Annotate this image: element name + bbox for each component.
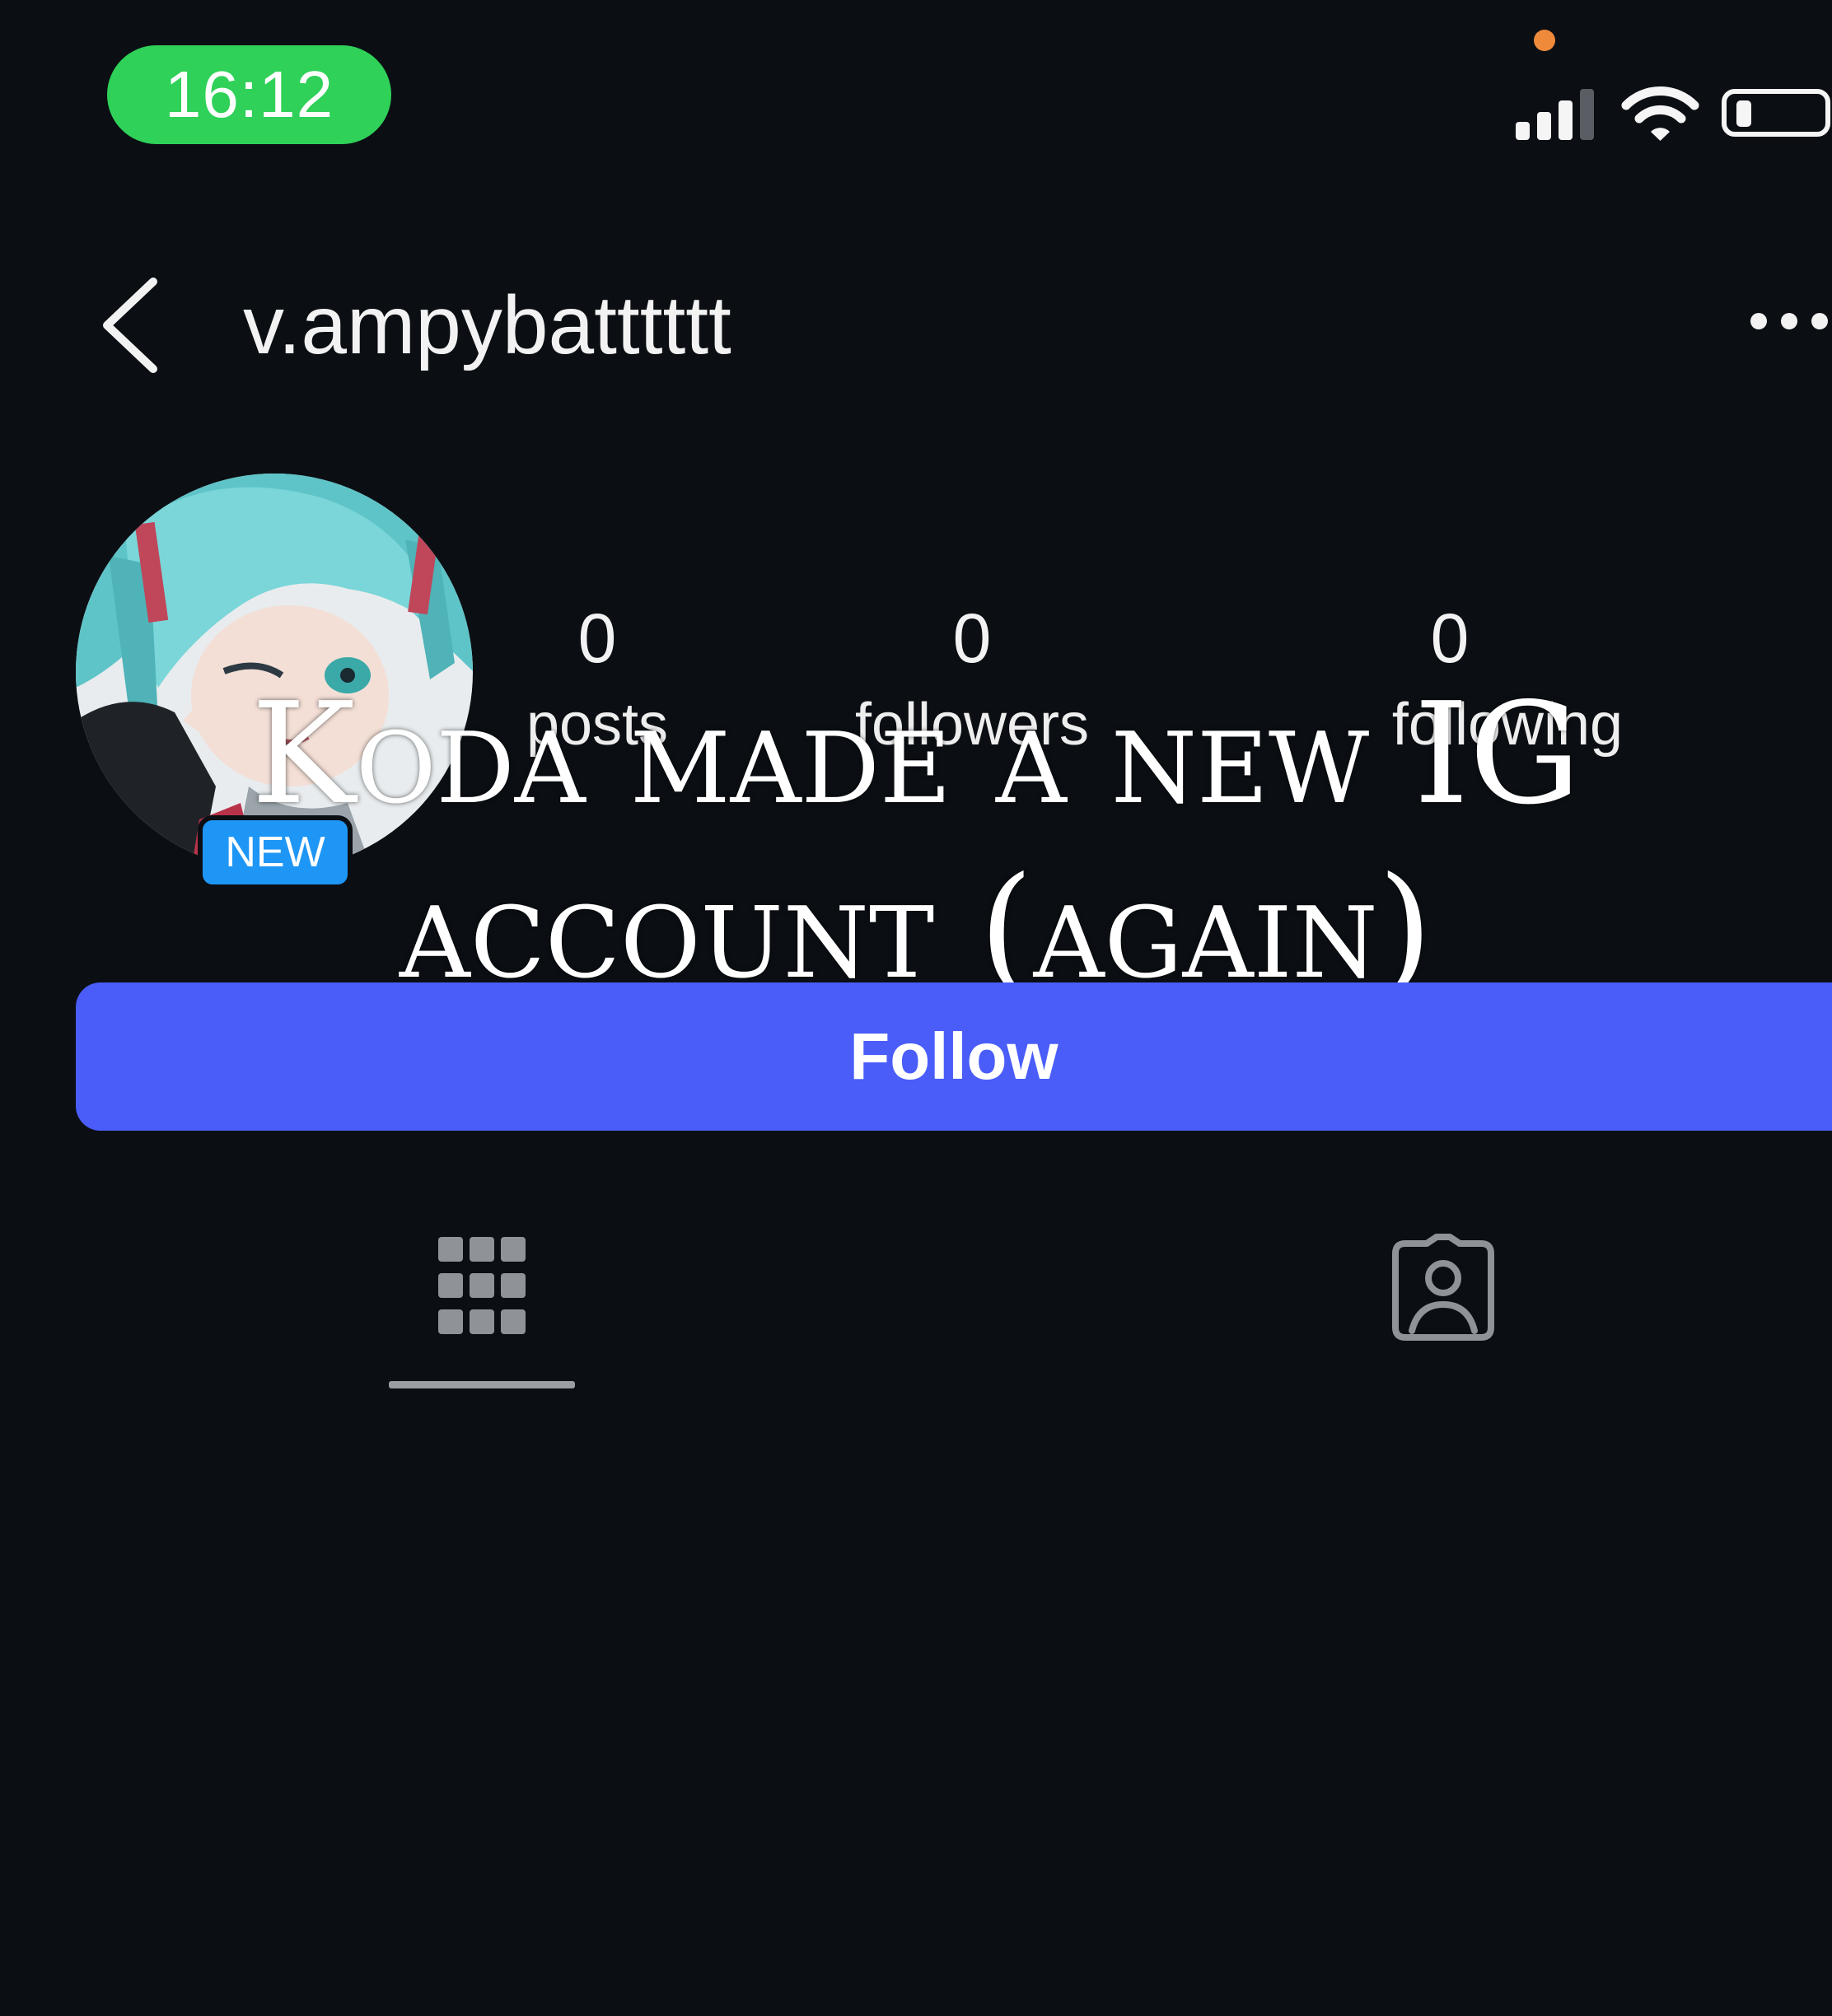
microphone-indicator-dot (1534, 30, 1555, 51)
more-horizontal-icon[interactable] (1750, 305, 1832, 338)
video-caption: Koda made a new IG account (again) (0, 667, 1832, 1016)
battery-level (1736, 100, 1751, 127)
follow-button[interactable]: Follow (76, 982, 1832, 1131)
grid-icon[interactable] (438, 1237, 526, 1339)
active-tab-indicator (389, 1381, 575, 1388)
tagged-person-icon[interactable] (1390, 1234, 1496, 1342)
status-time: 16:12 (107, 45, 391, 144)
back-chevron-icon[interactable] (97, 272, 163, 379)
wifi-icon (1621, 86, 1699, 141)
signal-icon (1516, 86, 1602, 140)
caption-line-1: Koda made a new IG (250, 673, 1582, 836)
profile-username: v.ampybatttttt (243, 279, 731, 371)
